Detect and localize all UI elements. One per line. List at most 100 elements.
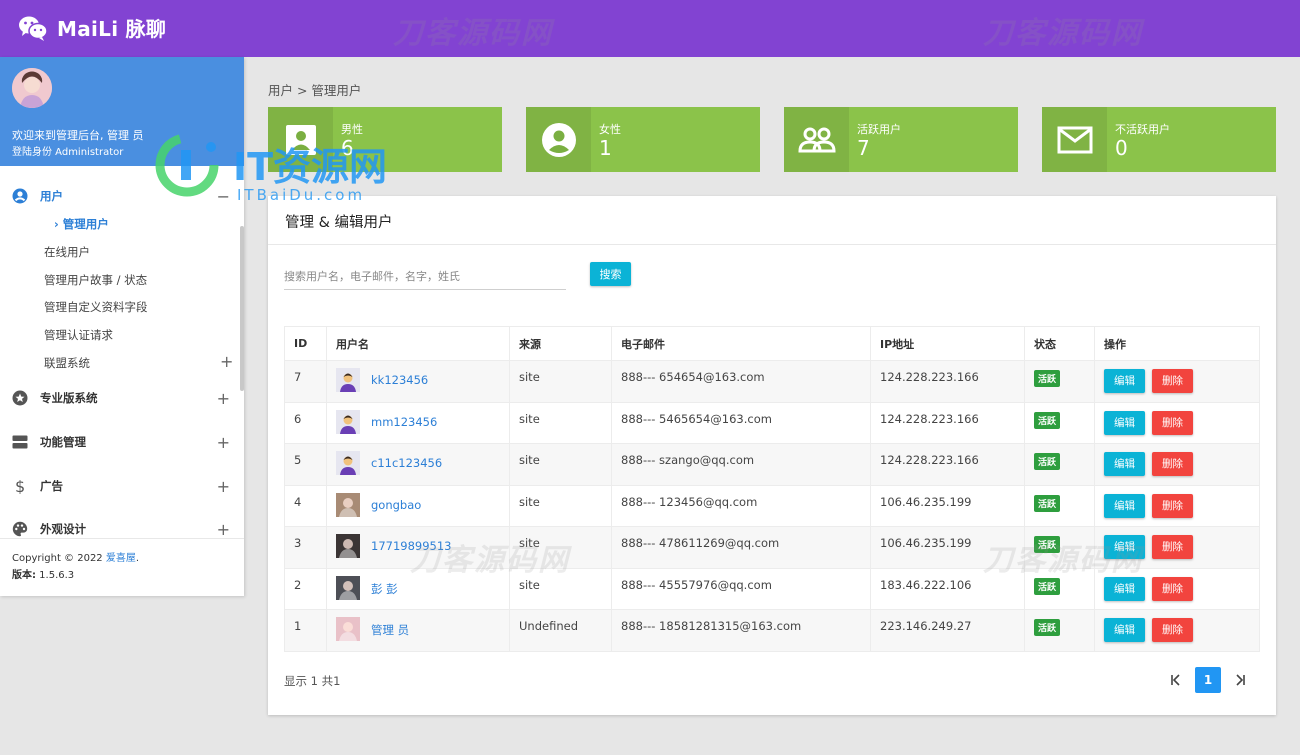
cell-ip: 223.146.249.27 — [870, 609, 1025, 652]
first-page-icon[interactable] — [1163, 667, 1189, 693]
column-header-username[interactable]: 用户名 — [326, 326, 510, 361]
watermark-text: 刀客源码网 — [393, 16, 553, 51]
column-header-id[interactable]: ID — [284, 326, 327, 361]
submenu-item-user-stories[interactable]: 管理用户故事 / 状态 — [44, 272, 147, 288]
watermark-title: IT资源网 — [233, 145, 388, 189]
column-header-source[interactable]: 来源 — [509, 326, 612, 361]
delete-button[interactable]: 删除 — [1152, 452, 1193, 476]
submenu-item-affiliates[interactable]: 联盟系统 — [44, 355, 90, 371]
delete-button[interactable]: 删除 — [1152, 535, 1193, 559]
sidebar-item-features[interactable]: 功能管理 + — [0, 427, 244, 457]
watermark-text: 刀客源码网 — [983, 16, 1143, 51]
cell-ip: 124.228.223.166 — [870, 401, 1025, 444]
cell-status: 活跃 — [1024, 360, 1095, 403]
cell-source: Undefined — [509, 609, 612, 652]
brand[interactable]: MaiLi 脉聊 — [18, 13, 166, 42]
sidebar-item-label: 功能管理 — [40, 435, 86, 449]
user-avatar-placeholder[interactable] — [336, 409, 360, 434]
submenu-item-verification[interactable]: 管理认证请求 — [44, 327, 113, 343]
expand-icon[interactable]: + — [220, 352, 233, 371]
edit-button[interactable]: 编辑 — [1104, 576, 1145, 601]
column-header-status[interactable]: 状态 — [1024, 326, 1095, 361]
delete-button[interactable]: 删除 — [1152, 618, 1193, 642]
delete-button[interactable]: 删除 — [1152, 576, 1193, 601]
sidebar-item-pro-system[interactable]: 专业版系统 + — [0, 383, 244, 413]
expand-icon[interactable]: + — [217, 520, 230, 539]
username-link[interactable]: 彭 彭 — [371, 581, 398, 597]
username-link[interactable]: c11c123456 — [371, 456, 442, 470]
sidebar-scrollbar[interactable] — [240, 226, 244, 391]
edit-button[interactable]: 编辑 — [1104, 410, 1145, 435]
cell-email: 888--- szango@qq.com — [611, 443, 871, 486]
cell-username: mm123456 — [326, 401, 510, 444]
status-badge: 活跃 — [1034, 411, 1061, 429]
last-page-icon[interactable] — [1227, 667, 1253, 693]
user-avatar-photo[interactable] — [336, 617, 360, 641]
cell-id: 1 — [284, 609, 327, 652]
cell-id: 3 — [284, 526, 327, 569]
submenu-item-online-users[interactable]: 在线用户 — [44, 244, 90, 260]
cell-username: gongbao — [326, 484, 510, 527]
account-circle-icon — [12, 188, 28, 204]
edit-button[interactable]: 编辑 — [1104, 493, 1145, 518]
table-row[interactable]: 6 mm123456 site 888--- 5465654@163.com 1… — [284, 401, 1260, 444]
expand-icon[interactable]: + — [217, 477, 230, 496]
expand-icon[interactable]: + — [217, 389, 230, 408]
status-badge: 活跃 — [1034, 577, 1061, 595]
page-button-current[interactable]: 1 — [1195, 667, 1221, 693]
submenu-item-custom-fields[interactable]: 管理自定义资料字段 — [44, 299, 148, 315]
sidebar-item-appearance[interactable]: 外观设计 + — [0, 514, 244, 544]
sidebar-item-label: 专业版系统 — [40, 391, 98, 405]
user-avatar-photo[interactable] — [336, 575, 360, 600]
table-row[interactable]: 1 管理 员 Undefined 888--- 18581281315@163.… — [284, 609, 1260, 652]
cell-ip: 124.228.223.166 — [870, 443, 1025, 486]
sidebar-item-label: 外观设计 — [40, 522, 86, 536]
status-badge: 活跃 — [1034, 619, 1061, 636]
cell-source: site — [509, 443, 612, 486]
watermark-text: 刀客源码网 — [410, 543, 570, 578]
stat-card-female[interactable]: 女性 1 — [526, 107, 760, 172]
user-avatar-placeholder[interactable] — [336, 368, 360, 392]
username-link[interactable]: gongbao — [371, 498, 421, 512]
table-row[interactable]: 4 gongbao site 888--- 123456@qq.com 106.… — [284, 484, 1260, 527]
delete-button[interactable]: 删除 — [1152, 493, 1193, 518]
edit-button[interactable]: 编辑 — [1104, 369, 1145, 393]
cell-id: 5 — [284, 443, 327, 486]
app-title: MaiLi 脉聊 — [57, 17, 167, 41]
edit-button[interactable]: 编辑 — [1104, 618, 1145, 642]
watermark-url: ITBaiDu.com — [237, 186, 366, 204]
user-avatar-photo[interactable] — [336, 492, 360, 517]
username-link[interactable]: kk123456 — [371, 373, 428, 387]
user-avatar-photo[interactable] — [336, 534, 360, 558]
stat-card-active[interactable]: 活跃用户 7 — [784, 107, 1018, 172]
search-input[interactable] — [284, 264, 566, 290]
copyright-link[interactable]: 爱喜屋 — [106, 553, 136, 564]
cell-status: 活跃 — [1024, 484, 1095, 527]
column-header-email[interactable]: 电子邮件 — [611, 326, 871, 361]
username-link[interactable]: mm123456 — [371, 415, 437, 429]
cell-source: site — [509, 360, 612, 403]
delete-button[interactable]: 删除 — [1152, 410, 1193, 435]
column-header-ip[interactable]: IP地址 — [870, 326, 1025, 361]
breadcrumb: 用户 > 管理用户 — [268, 83, 362, 98]
cell-ip: 106.46.235.199 — [870, 484, 1025, 527]
welcome-text: 欢迎来到管理后台, 管理 员 — [12, 129, 144, 142]
expand-icon[interactable]: + — [217, 433, 230, 452]
user-avatar-placeholder[interactable] — [336, 451, 360, 475]
table-row[interactable]: 5 c11c123456 site 888--- szango@qq.com 1… — [284, 443, 1260, 486]
search-button[interactable]: 搜索 — [590, 262, 631, 286]
cell-status: 活跃 — [1024, 609, 1095, 652]
avatar[interactable] — [12, 68, 52, 108]
stat-value: 1 — [599, 136, 612, 160]
edit-button[interactable]: 编辑 — [1104, 452, 1145, 476]
group-icon — [784, 107, 849, 172]
pagination: 1 — [1163, 667, 1253, 693]
sidebar-item-ads[interactable]: $ 广告 + — [0, 471, 244, 501]
username-link[interactable]: 管理 员 — [371, 622, 409, 638]
svg-text:$: $ — [15, 478, 25, 494]
delete-button[interactable]: 删除 — [1152, 369, 1193, 393]
table-row[interactable]: 7 kk123456 site 888--- 654654@163.com 12… — [284, 360, 1260, 403]
submenu-item-manage-users[interactable]: › 管理用户 — [54, 216, 109, 232]
stat-card-inactive[interactable]: 不活跃用户 0 — [1042, 107, 1276, 172]
status-badge: 活跃 — [1034, 453, 1061, 470]
